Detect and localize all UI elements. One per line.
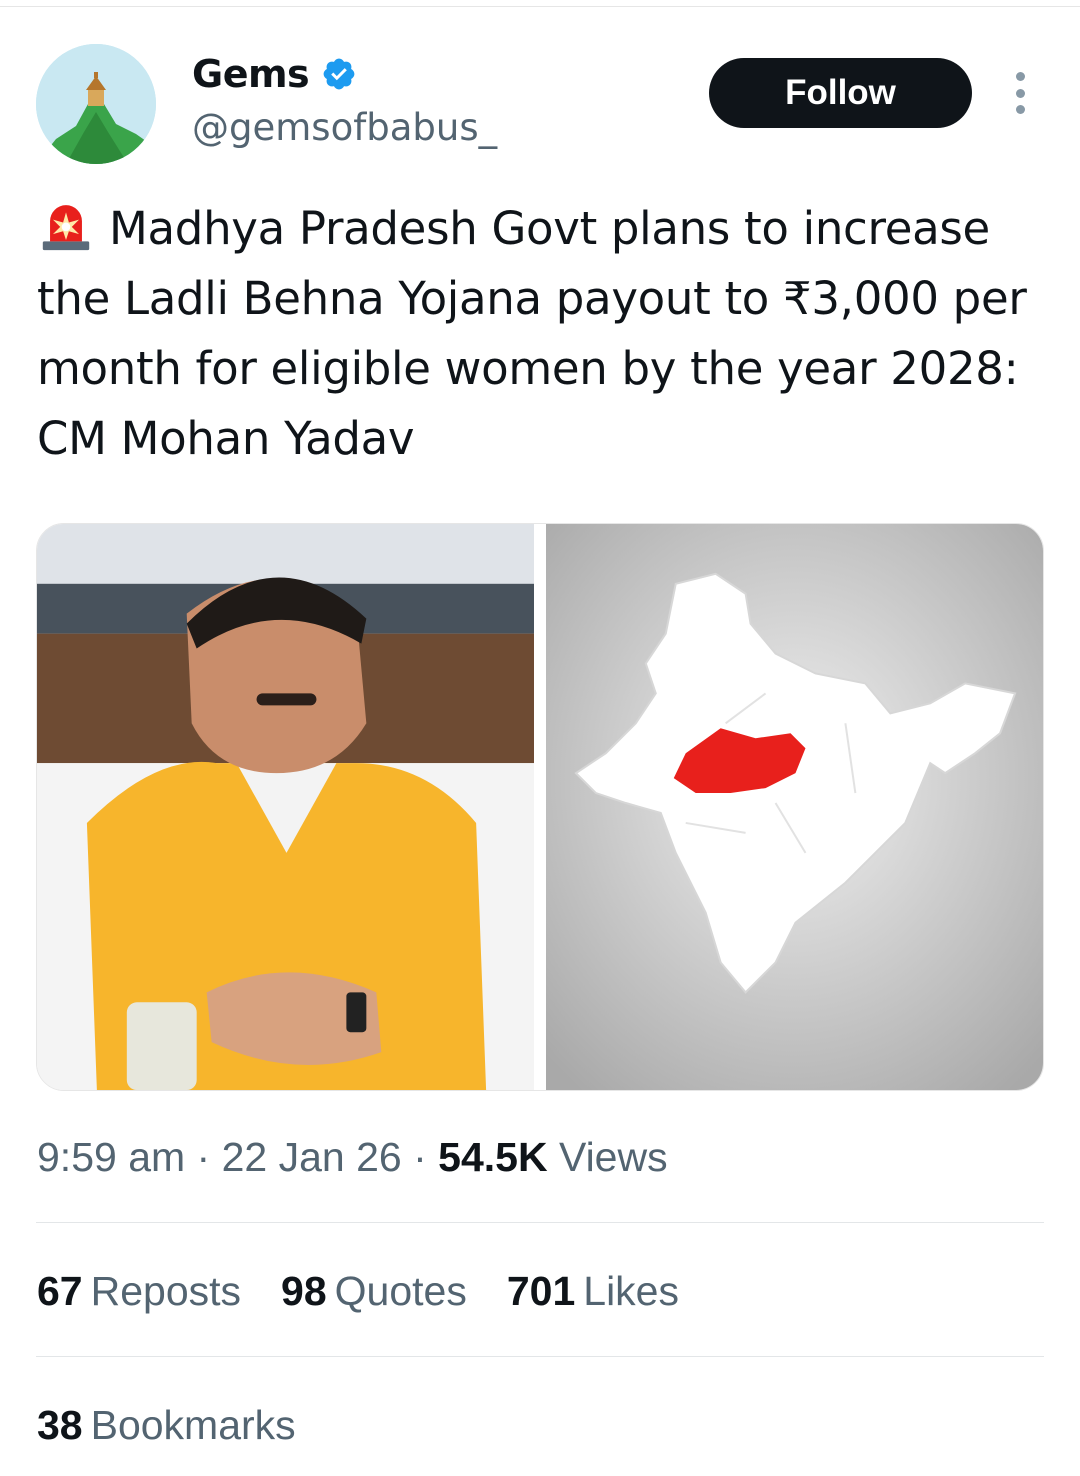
author-avatar[interactable] (36, 44, 156, 164)
tweet-meta: 9:59 am · 22 Jan 26 · 54.5K Views (37, 1134, 668, 1181)
tweet-text: Madhya Pradesh Govt plans to increase th… (37, 202, 1027, 465)
views-count: 54.5K (438, 1134, 548, 1180)
top-divider (0, 6, 1080, 7)
map-of-india-madhya-pradesh-highlighted[interactable] (546, 524, 1043, 1090)
mountain-temple-avatar-icon (36, 44, 156, 164)
bookmarks-count: 38 (37, 1402, 83, 1448)
author-handle[interactable]: @gemsofbabus_ (192, 106, 497, 149)
more-dot (1015, 72, 1025, 81)
police-siren-icon (37, 195, 95, 253)
tweet-time[interactable]: 9:59 am (37, 1134, 185, 1180)
reposts-label: Reposts (90, 1268, 242, 1314)
likes-label: Likes (583, 1268, 679, 1314)
reposts-stat[interactable]: 67 Reposts (37, 1268, 241, 1315)
verified-badge-icon (321, 56, 357, 92)
display-name[interactable]: Gems (192, 52, 310, 96)
reposts-count: 67 (37, 1268, 83, 1314)
quotes-count: 98 (281, 1268, 327, 1314)
likes-count: 701 (506, 1268, 576, 1314)
meta-divider (36, 1222, 1044, 1223)
stats-divider (36, 1356, 1044, 1357)
more-vertical-icon[interactable] (1010, 72, 1030, 114)
likes-stat[interactable]: 701 Likes (507, 1268, 679, 1315)
quotes-stat[interactable]: 98 Quotes (281, 1268, 467, 1315)
engagement-stats: 67 Reposts 98 Quotes 701 Likes (37, 1268, 679, 1315)
more-dot (1015, 88, 1025, 98)
follow-button[interactable]: Follow (709, 58, 972, 128)
views-label: Views (558, 1134, 668, 1180)
tweet-body: Madhya Pradesh Govt plans to increase th… (37, 194, 1047, 474)
tweet-date[interactable]: 22 Jan 26 (222, 1134, 402, 1180)
media-grid[interactable] (36, 523, 1044, 1091)
author-name-row: Gems (192, 52, 357, 96)
bookmarks-stat[interactable]: 38 Bookmarks (37, 1402, 296, 1449)
photo-man-in-saffron-jacket[interactable] (37, 524, 534, 1090)
meta-separator: · (401, 1134, 439, 1180)
more-dot (1015, 105, 1025, 114)
quotes-label: Quotes (334, 1268, 467, 1314)
meta-separator: · (185, 1134, 222, 1180)
bookmarks-label: Bookmarks (90, 1402, 296, 1448)
